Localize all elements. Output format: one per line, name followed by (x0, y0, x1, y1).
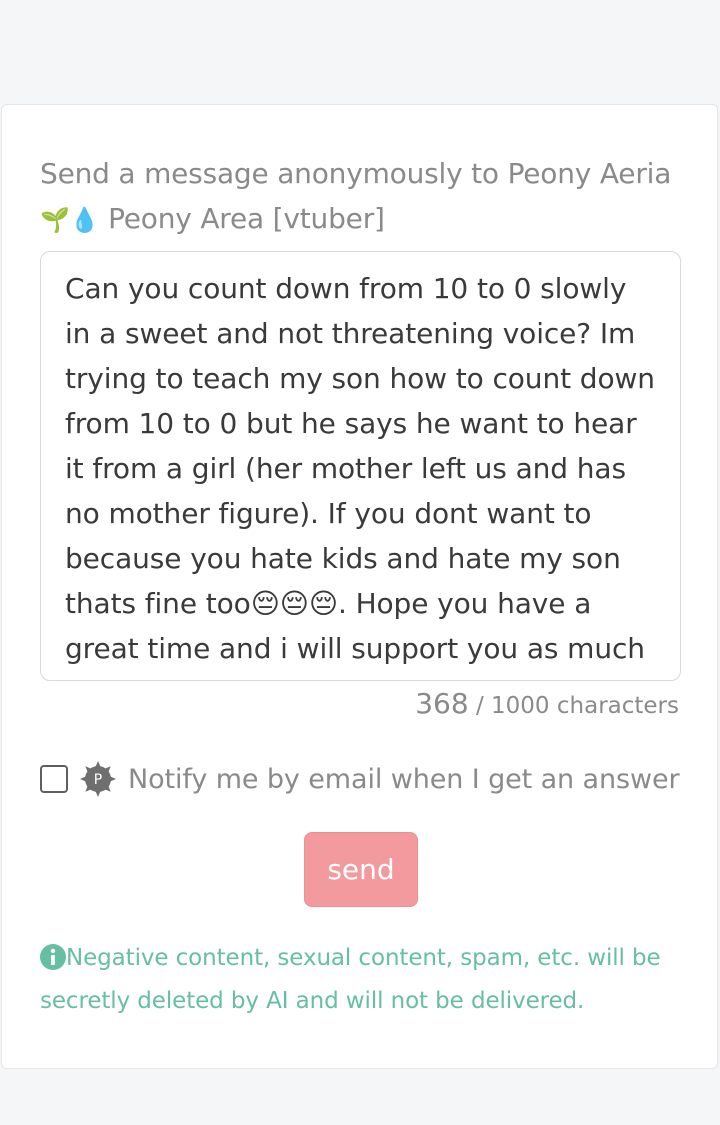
moderation-notice-text: Negative content, sexual content, spam, … (40, 945, 661, 1014)
notify-label[interactable]: Notify me by email when I get an answer (128, 764, 680, 795)
message-form-card: Send a message anonymously to Peony Aeri… (1, 104, 718, 1069)
badge-letter: P (94, 772, 102, 788)
form-title-text: Send a message anonymously to Peony Aeri… (40, 157, 672, 190)
character-max: 1000 characters (491, 693, 679, 719)
message-textarea[interactable]: Can you count down from 10 to 0 slowly i… (40, 251, 681, 681)
notify-row: P Notify me by email when I get an answe… (40, 757, 680, 801)
form-title: Send a message anonymously to Peony Aeri… (40, 151, 680, 243)
info-circle-icon (40, 944, 66, 970)
character-counter: 368 / 1000 characters (415, 687, 679, 720)
character-count: 368 (415, 687, 469, 720)
gear-badge-p-icon: P (80, 761, 116, 797)
form-title-recipient: Peony Area [vtuber] (99, 202, 385, 235)
send-button[interactable]: send (304, 832, 418, 907)
plant-droplet-emoji: 🌱💧 (40, 206, 100, 234)
moderation-notice: Negative content, sexual content, spam, … (40, 937, 685, 1023)
character-separator: / (468, 693, 492, 719)
notify-checkbox[interactable] (40, 765, 68, 793)
